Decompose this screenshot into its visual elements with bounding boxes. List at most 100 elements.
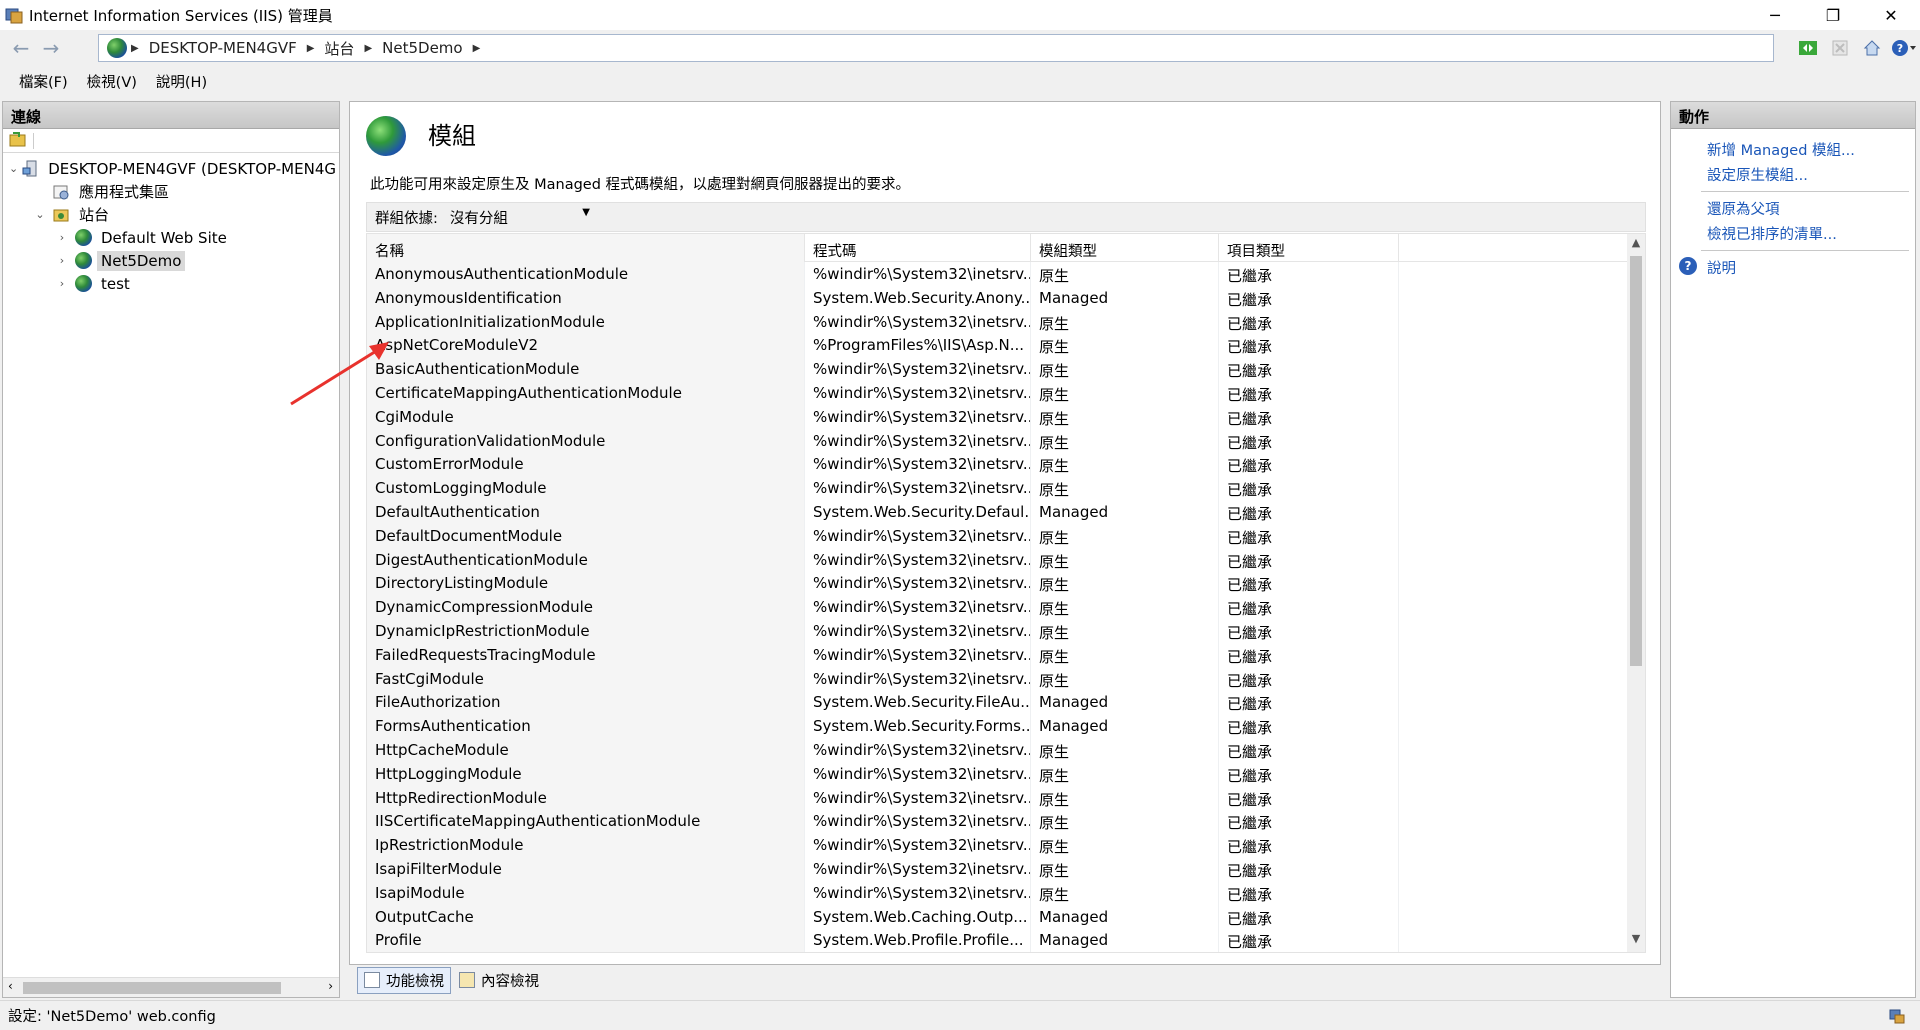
refresh-icon[interactable]: [1794, 36, 1822, 60]
tree-label: test: [101, 274, 130, 293]
table-row[interactable]: HttpRedirectionModule %windir%\System32\i…: [367, 785, 1645, 810]
table-row[interactable]: CustomErrorModule %windir%\System32\inets…: [367, 452, 1645, 477]
address-path[interactable]: ▶ DESKTOP-MEN4GVF ▶ 站台 ▶ Net5Demo ▶: [98, 34, 1774, 62]
table-row[interactable]: IsapiModule %windir%\System32\inetsrv... 原…: [367, 880, 1645, 905]
tree-node-net5demo[interactable]: › Net5Demo: [3, 249, 339, 272]
module-code-cell: %windir%\System32\inetsrv...: [805, 523, 1031, 548]
tab-features-view[interactable]: 功能檢視: [357, 966, 451, 994]
module-type-cell: Managed: [1031, 928, 1219, 952]
table-row[interactable]: ConfigurationValidationModule %windir%\Sy…: [367, 428, 1645, 453]
view-ordered-list-link[interactable]: 檢視已排序的清單...: [1671, 221, 1915, 246]
table-row[interactable]: IpRestrictionModule %windir%\System32\ine…: [367, 833, 1645, 857]
window-title: Internet Information Services (IIS) 管理員: [29, 6, 333, 25]
tree-node-sites[interactable]: ⌄ 站台: [3, 203, 339, 226]
table-row[interactable]: DynamicCompressionModule %windir%\System3…: [367, 595, 1645, 619]
add-managed-module-link[interactable]: 新增 Managed 模組...: [1671, 137, 1915, 162]
table-row[interactable]: DefaultDocumentModule %windir%\System32\i…: [367, 523, 1645, 548]
configure-native-modules-link[interactable]: 設定原生模組...: [1671, 162, 1915, 187]
table-row[interactable]: CustomLoggingModule %windir%\System32\ine…: [367, 476, 1645, 500]
tree-node-test[interactable]: › test: [3, 272, 339, 295]
entry-type-cell: 已繼承: [1219, 833, 1399, 857]
table-row[interactable]: OutputCache System.Web.Caching.Outp... Man…: [367, 904, 1645, 929]
table-row[interactable]: CgiModule %windir%\System32\inetsrv... 原生已…: [367, 404, 1645, 429]
feature-panel: 模組 此功能可用來設定原生及 Managed 程式碼模組，以處理對網頁伺服器提出…: [349, 101, 1661, 965]
forward-button[interactable]: →: [36, 35, 66, 61]
table-row[interactable]: AnonymousAuthenticationModule %windir%\Sy…: [367, 262, 1645, 286]
table-row[interactable]: DirectoryListingModule %windir%\System32\…: [367, 571, 1645, 596]
vertical-scrollbar[interactable]: ▲ ▼: [1627, 234, 1645, 952]
tree-node-server[interactable]: ⌄ DESKTOP-MEN4GVF (DESKTOP-MEN4G: [3, 157, 339, 180]
minimize-button[interactable]: ─: [1746, 0, 1804, 30]
table-row[interactable]: CertificateMappingAuthenticationModule %w…: [367, 380, 1645, 405]
table-row[interactable]: AspNetCoreModuleV2 %ProgramFiles%\IIS\Asp…: [367, 333, 1645, 358]
table-row[interactable]: Profile System.Web.Profile.Profile... Mana…: [367, 928, 1645, 952]
breadcrumb-site[interactable]: Net5Demo: [382, 39, 462, 57]
table-row[interactable]: HttpCacheModule %windir%\System32\inetsrv…: [367, 737, 1645, 762]
collapse-chevron-icon[interactable]: ⌄: [33, 208, 47, 221]
help-dropdown-icon[interactable]: ?: [1890, 36, 1918, 60]
scroll-left-icon[interactable]: ‹: [8, 979, 13, 993]
entry-type-cell: 已繼承: [1219, 285, 1399, 310]
expand-chevron-icon[interactable]: ›: [55, 254, 69, 267]
menu-view[interactable]: 檢視(V): [87, 71, 137, 92]
module-name-cell: IISCertificateMappingAuthenticationModul…: [367, 809, 805, 834]
scroll-right-icon[interactable]: ›: [328, 979, 333, 993]
tree-node-default-web-site[interactable]: › Default Web Site: [3, 226, 339, 249]
sites-folder-icon: [51, 206, 71, 224]
scroll-down-icon[interactable]: ▼: [1627, 932, 1645, 950]
entry-type-cell: 已繼承: [1219, 523, 1399, 548]
table-row[interactable]: DefaultAuthentication System.Web.Security…: [367, 499, 1645, 524]
module-name-cell: AspNetCoreModuleV2: [367, 333, 805, 358]
module-code-cell: %windir%\System32\inetsrv...: [805, 737, 1031, 762]
table-row[interactable]: FormsAuthentication System.Web.Security.F…: [367, 714, 1645, 738]
module-type-cell: Managed: [1031, 690, 1219, 715]
expand-chevron-icon[interactable]: ›: [55, 277, 69, 290]
row-filler: [1399, 357, 1645, 381]
module-name-cell: DefaultAuthentication: [367, 499, 805, 524]
scroll-thumb[interactable]: [23, 982, 281, 994]
expand-chevron-icon[interactable]: ›: [55, 231, 69, 244]
module-code-cell: %windir%\System32\inetsrv...: [805, 833, 1031, 857]
table-row[interactable]: FailedRequestsTracingModule %windir%\Syst…: [367, 642, 1645, 667]
status-text: 設定: 'Net5Demo' web.config: [8, 1009, 216, 1025]
scroll-up-icon[interactable]: ▲: [1627, 236, 1645, 254]
table-row[interactable]: ApplicationInitializationModule %windir%\…: [367, 309, 1645, 334]
table-row[interactable]: AnonymousIdentification System.Web.Securi…: [367, 285, 1645, 310]
tree-node-app-pools[interactable]: 應用程式集區: [3, 180, 339, 203]
group-by-dropdown[interactable]: 沒有分組 ▼: [450, 207, 590, 228]
scroll-thumb[interactable]: [1630, 256, 1642, 666]
row-filler: [1399, 310, 1645, 334]
app-pool-icon: [51, 183, 71, 201]
close-button[interactable]: ✕: [1862, 0, 1920, 30]
module-type-cell: 原生: [1031, 452, 1219, 477]
table-row[interactable]: DynamicIpRestrictionModule %windir%\Syste…: [367, 618, 1645, 643]
table-row[interactable]: IISCertificateMappingAuthenticationModul…: [367, 809, 1645, 834]
table-row[interactable]: DigestAuthenticationModule %windir%\Syste…: [367, 547, 1645, 572]
table-row[interactable]: IsapiFilterModule %windir%\System32\inets…: [367, 856, 1645, 881]
restore-button[interactable]: ❐: [1804, 0, 1862, 30]
breadcrumb-sites[interactable]: 站台: [324, 38, 354, 59]
column-module-type-header[interactable]: 模組類型: [1031, 234, 1219, 262]
new-connection-icon[interactable]: [9, 131, 27, 151]
help-link[interactable]: ? 說明: [1671, 255, 1915, 280]
revert-to-parent-link[interactable]: 還原為父項: [1671, 196, 1915, 221]
row-filler: [1399, 476, 1645, 500]
breadcrumb-server[interactable]: DESKTOP-MEN4GVF: [149, 39, 297, 57]
feature-header: 模組: [366, 116, 476, 156]
table-row[interactable]: FastCgiModule %windir%\System32\inetsrv..…: [367, 666, 1645, 691]
globe-icon: [73, 275, 93, 293]
menu-file[interactable]: 檔案(F): [19, 71, 68, 92]
column-entry-type-header[interactable]: 項目類型: [1219, 234, 1399, 262]
tab-content-view[interactable]: 內容檢視: [453, 968, 545, 993]
table-row[interactable]: FileAuthorization System.Web.Security.Fil…: [367, 690, 1645, 715]
horizontal-scrollbar[interactable]: ‹ ›: [3, 977, 339, 997]
stop-icon[interactable]: [1826, 36, 1854, 60]
back-button[interactable]: ←: [6, 35, 36, 61]
home-icon[interactable]: [1858, 36, 1886, 60]
column-code-header[interactable]: 程式碼: [805, 234, 1031, 262]
table-row[interactable]: BasicAuthenticationModule %windir%\System…: [367, 357, 1645, 381]
table-row[interactable]: HttpLoggingModule %windir%\System32\inets…: [367, 761, 1645, 786]
menu-help[interactable]: 說明(H): [156, 71, 207, 92]
column-name-header[interactable]: 名稱: [367, 234, 805, 262]
collapse-chevron-icon[interactable]: ⌄: [9, 162, 18, 175]
